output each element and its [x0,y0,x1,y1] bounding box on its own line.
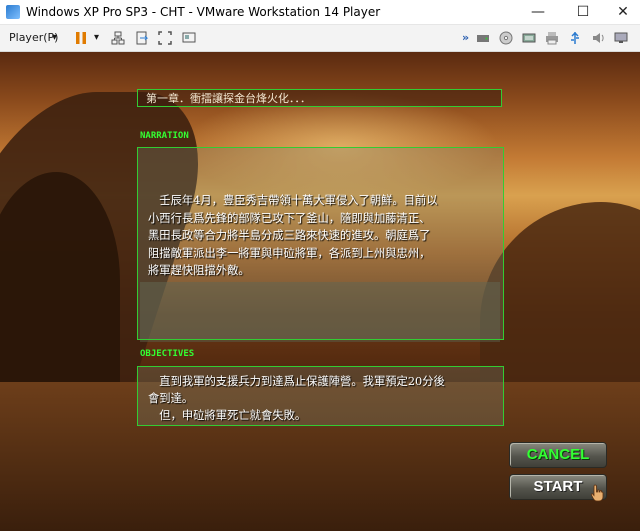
pause-dropdown-chevron-icon[interactable]: ▾ [94,29,99,47]
cancel-button[interactable]: CANCEL [509,442,607,468]
toolbar-overflow-icon[interactable]: » [462,29,469,47]
network-devices-icon[interactable] [111,31,125,45]
unity-mode-icon[interactable] [182,31,196,45]
background-cliff-left [0,172,120,412]
narration-line: 黑田長政等合力將半島分成三路來快速的進攻。朝庭爲了 [148,229,431,243]
pause-icon[interactable] [74,31,88,45]
objectives-text: 直到我軍的支援兵力到達爲止保護陣營。我軍預定20分後 會到達。 但，申砬將軍死亡… [148,373,498,424]
vmware-app-icon [6,5,20,19]
narration-line: 阻擋敵軍派出李一將軍與申砬將軍，各派到上州與忠州， [148,246,431,260]
narration-text: 壬辰年4月，豊臣秀吉帶領十萬大軍侵入了朝鮮。目前以 小西行長爲先鋒的部隊已攻下了… [148,192,488,280]
close-button[interactable]: ✕ [603,0,640,24]
cd-dvd-icon[interactable] [499,31,513,45]
objectives-label: OBJECTIVES [140,349,195,359]
game-screen[interactable]: 第一章．衝擂讓探金台烽火化．．． NARRATION 壬辰年4月，豊臣秀吉帶領十… [0,52,640,531]
window-title: Windows XP Pro SP3 - CHT - VMware Workst… [26,5,381,19]
maximize-button[interactable]: ☐ [563,0,603,24]
vmware-toolbar: Player(P) ▾ ▾ » [0,25,640,52]
objectives-panel: 直到我軍的支援兵力到達爲止保護陣營。我軍預定20分後 會到達。 但，申砬將軍死亡… [137,366,504,426]
network-adapter-icon[interactable] [522,31,536,45]
window-titlebar: Windows XP Pro SP3 - CHT - VMware Workst… [0,0,640,25]
hard-disk-icon[interactable] [476,31,490,45]
chapter-title: 第一章．衝擂讓探金台烽火化．．． [137,89,502,107]
usb-device-icon[interactable] [568,31,582,45]
display-monitor-icon[interactable] [614,31,628,45]
minimize-button[interactable]: — [518,0,558,24]
objective-line: 直到我軍的支援兵力到達爲止保護陣營。我軍預定20分後 [148,375,445,388]
narration-line: 將軍趕快阻擋外敵。 [148,264,250,278]
narration-panel: 壬辰年4月，豊臣秀吉帶領十萬大軍侵入了朝鮮。目前以 小西行長爲先鋒的部隊已攻下了… [137,147,504,340]
objective-line: 但，申砬將軍死亡就會失敗。 [148,409,307,422]
narration-line: 壬辰年4月，豊臣秀吉帶領十萬大軍侵入了朝鮮。目前以 [148,194,438,207]
narration-label: NARRATION [140,131,189,141]
send-ctrl-alt-del-icon[interactable] [135,31,149,45]
objective-line: 會到達。 [148,392,194,405]
printer-icon[interactable] [545,31,559,45]
narration-line: 小西行長爲先鋒的部隊已攻下了釜山，隨即與加藤清正、 [148,211,431,225]
player-menu-chevron-down-icon[interactable]: ▾ [52,29,57,47]
fullscreen-icon[interactable] [158,31,172,45]
sound-card-icon[interactable] [591,31,605,45]
hand-cursor-icon [591,484,604,502]
